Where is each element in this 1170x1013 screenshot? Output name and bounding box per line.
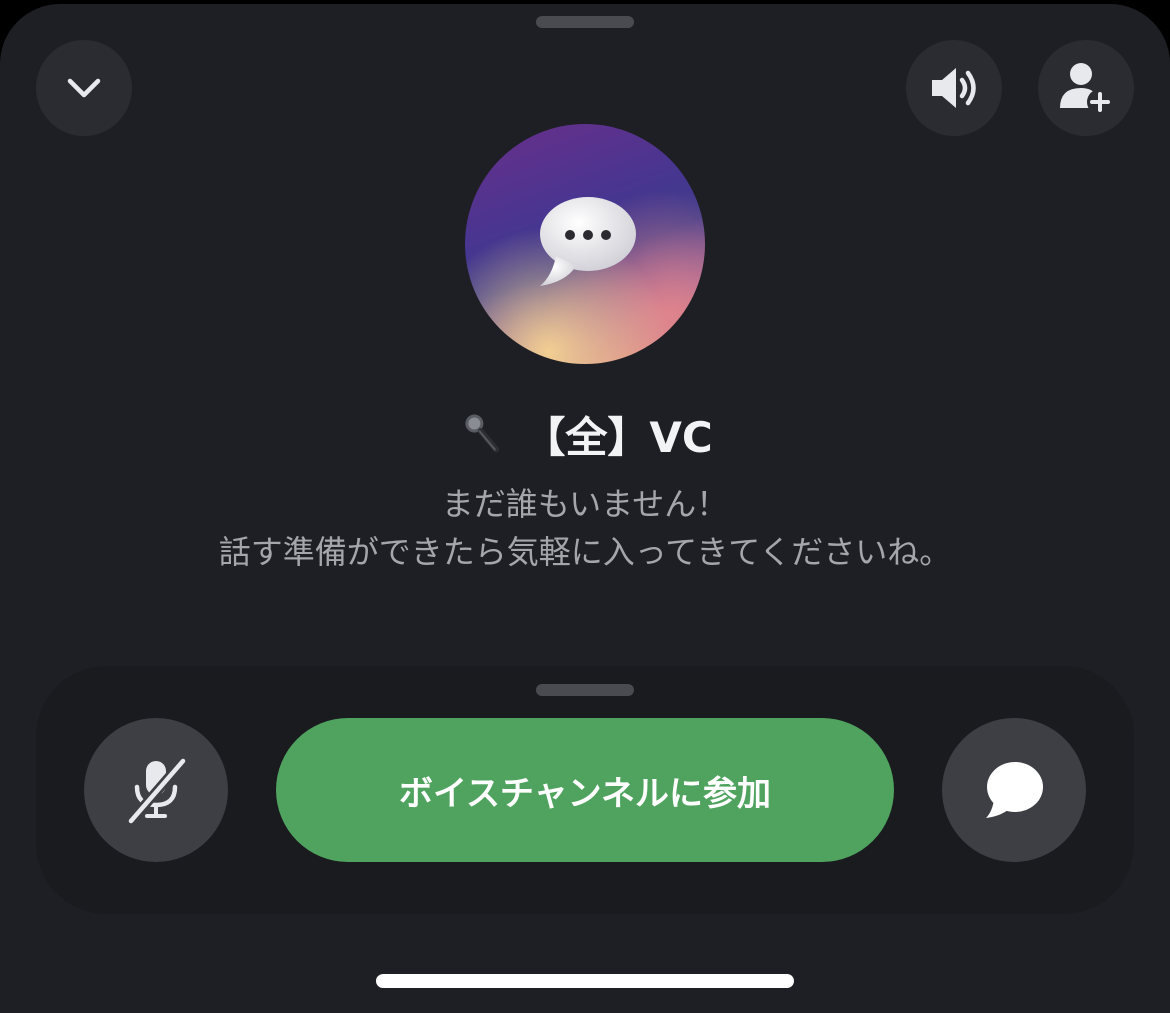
collapse-button[interactable] — [36, 40, 132, 136]
home-indicator[interactable] — [376, 974, 794, 988]
sheet-grabber[interactable] — [536, 16, 634, 28]
channel-name: 【全】VC — [523, 413, 713, 462]
speech-bubble-icon — [540, 197, 636, 286]
microphone-icon — [465, 414, 500, 453]
join-voice-channel-label: ボイスチャンネルに参加 — [399, 773, 771, 814]
mute-microphone-button[interactable] — [84, 718, 228, 862]
empty-state-line1: まだ誰もいません！ — [441, 485, 729, 523]
chevron-down-icon — [67, 78, 101, 98]
speaker-icon — [932, 68, 976, 108]
invite-button[interactable] — [1038, 40, 1134, 136]
control-panel-grabber[interactable] — [536, 684, 634, 696]
speaker-button[interactable] — [906, 40, 1002, 136]
channel-avatar — [465, 124, 705, 364]
chat-bubble-icon — [986, 762, 1043, 818]
voice-channel-sheet: 【全】VC まだ誰もいません！ 話す準備ができたら気軽に入ってきてくださいね。 … — [0, 4, 1170, 1013]
empty-state-message: まだ誰もいません！ 話す準備ができたら気軽に入ってきてくださいね。 — [0, 480, 1170, 576]
empty-state-line2: 話す準備ができたら気軽に入ってきてくださいね。 — [218, 533, 952, 571]
add-person-icon — [1060, 63, 1113, 115]
join-voice-channel-button[interactable]: ボイスチャンネルに参加 — [276, 718, 894, 862]
channel-title: 【全】VC — [0, 404, 1170, 465]
microphone-muted-icon — [126, 756, 188, 825]
open-chat-button[interactable] — [942, 718, 1086, 862]
